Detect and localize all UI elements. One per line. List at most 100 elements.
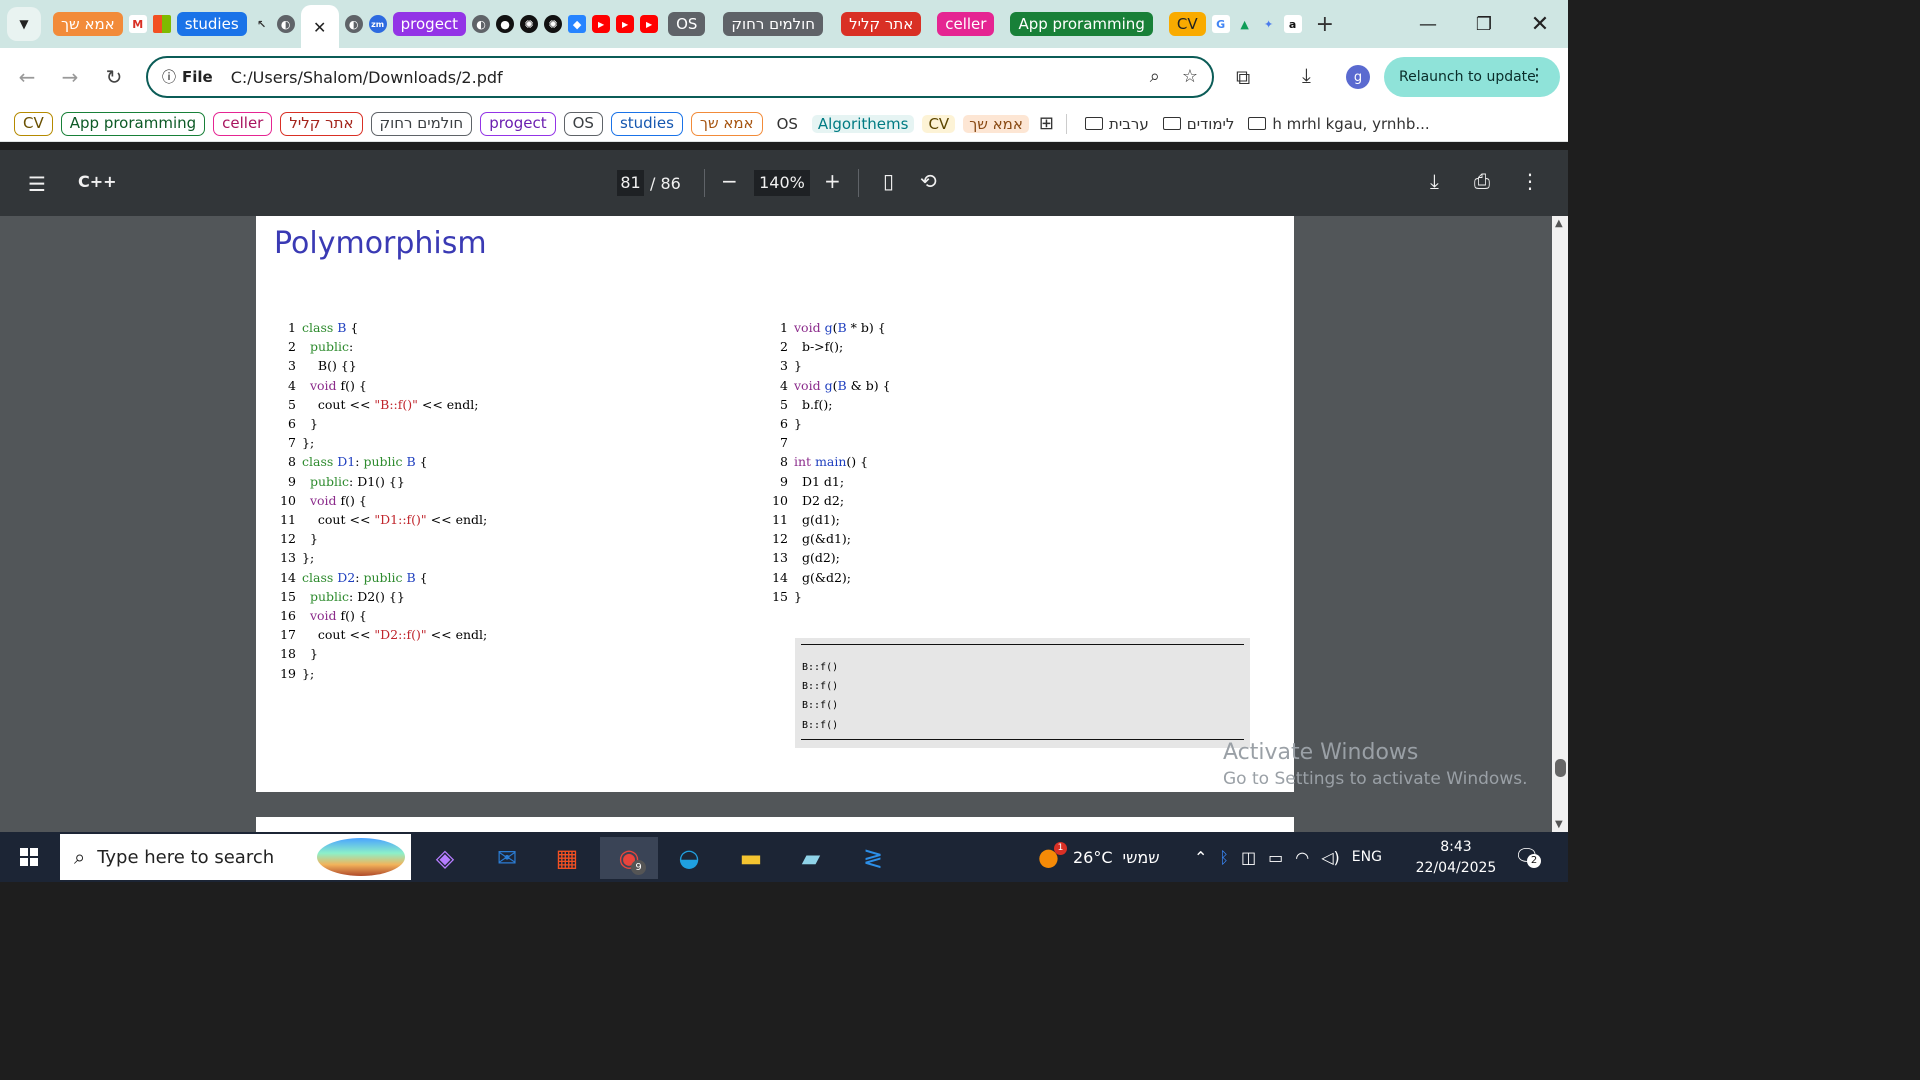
tab-group-studies[interactable]: studies <box>176 12 247 36</box>
bookmark-folder-aravit[interactable]: ערבית <box>1084 115 1149 133</box>
bookmark-studies[interactable]: studies <box>610 111 683 136</box>
chrome-taskbar-icon[interactable]: ◉ 9 <box>600 837 658 879</box>
amazon-icon[interactable]: a <box>1283 15 1302 33</box>
bookmark-cv[interactable]: CV <box>14 111 53 136</box>
back-icon[interactable]: ← <box>7 57 47 97</box>
vscode-icon[interactable]: ≷ <box>844 837 902 879</box>
tab-group-atar-kalil[interactable]: אתר קליל <box>841 12 922 36</box>
tab-group-cv[interactable]: CV <box>1168 12 1206 36</box>
edge-icon[interactable]: ◒ <box>660 837 718 879</box>
bookmark-celler[interactable]: celler <box>213 111 273 136</box>
zoom-level-input[interactable]: 140% <box>754 170 810 196</box>
gmail-icon[interactable]: M <box>128 15 147 33</box>
apps-grid-icon[interactable]: ⊞ <box>1039 113 1054 134</box>
taskbar-search-input[interactable]: ⌕ Type here to search <box>60 834 411 880</box>
print-icon[interactable]: ⎙ <box>1474 169 1490 193</box>
code-text: cout << "D2::f()" << endl; <box>302 627 488 643</box>
google-icon[interactable]: G <box>1211 15 1230 33</box>
gemini-icon[interactable]: ✦ <box>1260 15 1278 33</box>
store-icon[interactable]: ▦ <box>538 837 596 879</box>
scrollbar[interactable]: ▲ ▼ <box>1552 216 1568 832</box>
hamburger-menu-icon[interactable]: ☰ <box>28 172 46 196</box>
bookmark-atar-kalil[interactable]: אתר קליל <box>280 111 363 136</box>
tab-search-button[interactable]: ▼ <box>7 7 41 41</box>
page-number-input[interactable]: 81 <box>617 170 644 196</box>
weather-widget[interactable]: ● 1 26°C שמשי <box>1038 832 1160 882</box>
youtube-icon[interactable]: ▶ <box>640 15 659 33</box>
new-tab-icon[interactable]: + <box>1316 12 1334 37</box>
fit-page-icon[interactable]: ▯ <box>883 169 894 193</box>
openai-icon[interactable]: ✺ <box>520 15 539 33</box>
copilot-icon[interactable]: ◈ <box>416 837 474 879</box>
address-bar[interactable]: ⓘ File C:/Users/Shalom/Downloads/2.pdf ⌕… <box>146 56 1214 98</box>
wifi-icon[interactable]: ◠ <box>1295 848 1309 867</box>
bookmark-progect[interactable]: progect <box>480 111 556 136</box>
bookmark-cholmim-rachok[interactable]: חולמים רחוק <box>370 111 473 136</box>
battery-icon[interactable]: ▭ <box>1268 848 1283 867</box>
microsoft-icon[interactable] <box>152 15 171 33</box>
zoom-icon[interactable]: zm <box>368 15 387 33</box>
notifications-icon[interactable]: 🗨 2 <box>1514 844 1541 868</box>
tab-group-cholmim-rachok[interactable]: חולמים רחוק <box>723 12 824 36</box>
notepad-icon[interactable]: ▰ <box>782 837 840 879</box>
tab-group-os[interactable]: OS <box>668 12 706 36</box>
meet-now-icon[interactable]: ◫ <box>1241 848 1256 867</box>
bookmark-algorithems[interactable]: Algorithems <box>811 114 915 133</box>
avatar[interactable]: g <box>1346 65 1370 89</box>
zoom-lens-icon[interactable]: ⌕ <box>1150 66 1160 87</box>
reload-icon[interactable]: ↻ <box>94 57 134 97</box>
bookmark-os[interactable]: OS <box>563 111 603 136</box>
bookmark-ima-shach[interactable]: אמא שך <box>690 111 763 136</box>
extensions-icon[interactable]: ⧉ <box>1236 65 1250 89</box>
bookmark-app-proramming[interactable]: App proramming <box>60 111 206 136</box>
pdf-viewer[interactable]: Polymorphism 1 class B {2 public: 3 B() {}… <box>0 216 1568 832</box>
globe-icon[interactable]: ◐ <box>276 15 295 33</box>
bookmark-star-icon[interactable]: ☆ <box>1182 66 1198 87</box>
close-window-icon[interactable]: ✕ <box>1512 0 1568 48</box>
tab-group-celler[interactable]: celler <box>937 12 995 36</box>
zoom-in-icon[interactable]: + <box>824 169 841 193</box>
minimize-icon[interactable]: — <box>1400 0 1456 48</box>
pdf-download-icon[interactable]: ⤓ <box>1430 169 1439 193</box>
arrow-tab-icon[interactable]: ↖ <box>253 15 271 33</box>
pdf-more-icon[interactable]: ⋮ <box>1520 169 1540 193</box>
language-indicator[interactable]: ENG <box>1352 849 1382 865</box>
url-text[interactable]: C:/Users/Shalom/Downloads/2.pdf <box>231 68 503 87</box>
file-explorer-icon[interactable]: ▬ <box>722 837 780 879</box>
relaunch-button[interactable]: Relaunch to update ⋮ <box>1384 57 1560 97</box>
downloads-icon[interactable]: ⤓ <box>1302 63 1311 87</box>
scrollbar-thumb[interactable] <box>1555 759 1566 777</box>
globe-icon[interactable]: ◐ <box>344 15 363 33</box>
restore-icon[interactable]: ❐ <box>1456 0 1512 48</box>
youtube-icon[interactable]: ▶ <box>616 15 635 33</box>
google-drive-icon[interactable]: ▲ <box>1236 15 1254 33</box>
openai-icon[interactable]: ✺ <box>544 15 563 33</box>
more-menu-icon[interactable]: ⋮ <box>1528 65 1546 86</box>
zoom-out-icon[interactable]: − <box>721 169 738 193</box>
bookmark-folder-limudim[interactable]: לימודים <box>1162 115 1234 133</box>
tab-group-app-proramming[interactable]: App proramming <box>1010 12 1153 36</box>
tab-group-ima-shach[interactable]: אמא שך <box>53 12 123 36</box>
bookmark-cv-plain[interactable]: CV <box>922 114 956 133</box>
jira-icon[interactable]: ◆ <box>568 15 587 33</box>
outlook-icon[interactable]: ✉ <box>478 837 536 879</box>
rotate-icon[interactable]: ⟲ <box>920 169 937 193</box>
site-info-icon[interactable]: ⓘ <box>162 67 176 87</box>
start-button[interactable] <box>0 832 58 882</box>
volume-icon[interactable]: ◁) <box>1321 848 1340 867</box>
close-tab-icon[interactable]: ✕ <box>313 18 326 37</box>
bookmark-ima-shach-plain[interactable]: אמא שך <box>963 114 1029 133</box>
youtube-icon[interactable]: ▶ <box>592 15 611 33</box>
active-tab[interactable]: ✕ <box>300 5 339 49</box>
globe-icon[interactable]: ◐ <box>472 15 491 33</box>
tab-group-progect[interactable]: progect <box>392 12 467 36</box>
scroll-up-icon[interactable]: ▲ <box>1555 218 1563 229</box>
github-icon[interactable]: ● <box>496 15 515 33</box>
scroll-down-icon[interactable]: ▼ <box>1555 819 1563 830</box>
forward-icon[interactable]: → <box>50 57 90 97</box>
bookmark-folder-misc[interactable]: h mrhl kgau, yrnhb... <box>1248 115 1430 133</box>
bookmark-os-plain[interactable]: OS <box>771 115 804 133</box>
chevron-up-icon[interactable]: ⌃ <box>1194 848 1207 867</box>
clock[interactable]: 8:43 22/04/2025 <box>1412 837 1500 879</box>
bluetooth-icon[interactable]: ᛒ <box>1219 848 1229 867</box>
